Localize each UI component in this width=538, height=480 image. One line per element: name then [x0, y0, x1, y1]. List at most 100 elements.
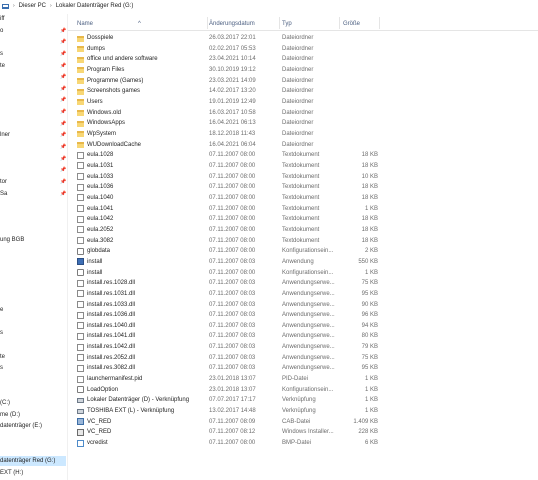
nav-item-label: s [0, 50, 3, 57]
nav-item[interactable] [0, 317, 66, 327]
nav-item[interactable]: iff [0, 14, 66, 24]
file-row[interactable]: eula.1028 07.11.2007 08:00 Textdokument 18 … [68, 150, 538, 161]
nav-item[interactable]: datenträger Red (G:) [0, 456, 66, 467]
file-row[interactable]: install.res.1041.dll 07.11.2007 08:03 Anwe… [68, 331, 538, 342]
file-row[interactable]: Dosspiele 26.03.2017 22:01 Dateiordner [68, 33, 538, 44]
nav-item[interactable]: e [0, 305, 66, 315]
nav-item[interactable] [0, 282, 66, 292]
nav-item[interactable] [0, 375, 66, 385]
file-row[interactable]: Programme (Games) 23.03.2021 14:09 Dateior… [68, 76, 538, 87]
file-row[interactable]: Screenshots games 14.02.2017 13:20 Dateior… [68, 86, 538, 97]
file-row[interactable]: install 07.11.2007 08:00 Konfigurationsein… [68, 268, 538, 279]
file-row[interactable]: install.res.1031.dll 07.11.2007 08:03 Anwe… [68, 289, 538, 300]
nav-item[interactable] [0, 224, 66, 234]
column-header-type[interactable]: Typ [282, 21, 292, 27]
nav-item[interactable]: tor 📌 [0, 177, 66, 187]
file-row[interactable]: dumps 02.02.2017 05:53 Dateiordner [68, 44, 538, 55]
file-row[interactable]: Lokaler Datenträger (D) - Verknüpfung 07.… [68, 395, 538, 406]
nav-item[interactable] [0, 258, 66, 268]
file-row[interactable]: install.res.1036.dll 07.11.2007 08:03 Anwe… [68, 310, 538, 321]
nav-item[interactable]: s 📌 [0, 49, 66, 59]
file-row[interactable]: Program Files 30.10.2019 19:12 Dateiordner [68, 65, 538, 76]
file-row[interactable]: eula.3082 07.11.2007 08:00 Textdokument 18 … [68, 236, 538, 247]
nav-item[interactable] [0, 340, 66, 350]
file-list[interactable]: ^ Name Änderungsdatum Typ Größe Dosspiel… [68, 14, 538, 480]
file-row[interactable]: vcredist 07.11.2007 08:00 BMP-Datei 6 KB [68, 438, 538, 449]
nav-item[interactable]: 📌 [0, 95, 66, 105]
file-date: 07.11.2007 08:03 [209, 344, 256, 351]
file-row[interactable]: eula.1042 07.11.2007 08:00 Textdokument 18 … [68, 214, 538, 225]
navigation-pane[interactable]: iff o 📌 📌 s 📌 te 📌 📌 📌 📌 📌 📌 lner 📌 📌 📌 📌 tor 📌 Sa 📌 ung BGB e s… [0, 14, 68, 480]
nav-item[interactable]: datenträger (E:) [0, 421, 66, 431]
nav-item[interactable]: 📌 [0, 37, 66, 47]
nav-item[interactable]: EXT (H:) [0, 468, 66, 478]
file-row[interactable]: Users 19.01.2019 12:49 Dateiordner [68, 97, 538, 108]
nav-item[interactable]: o 📌 [0, 26, 66, 36]
nav-item[interactable]: ung BGB [0, 235, 66, 245]
file-row[interactable]: WpSystem 18.12.2018 11:43 Dateiordner [68, 129, 538, 140]
nav-item[interactable] [0, 247, 66, 257]
nav-item[interactable]: (C:) [0, 398, 66, 408]
nav-item[interactable]: 📌 [0, 107, 66, 117]
file-row[interactable]: launchermanifest.pid 23.01.2018 13:07 PID-… [68, 374, 538, 385]
file-row[interactable]: LoadOption 23.01.2018 13:07 Konfigurations… [68, 385, 538, 396]
breadcrumb-item-drive-g[interactable]: Lokaler Datenträger Red (G:) [56, 3, 134, 9]
file-size: 79 KB [361, 344, 378, 351]
file-date: 16.04.2021 06:13 [209, 120, 256, 127]
column-divider[interactable] [207, 17, 208, 29]
file-row[interactable]: WUDownloadCache 16.04.2021 06:04 Dateiordn… [68, 140, 538, 151]
column-header-date[interactable]: Änderungsdatum [209, 21, 255, 27]
nav-item[interactable]: 📌 [0, 119, 66, 129]
file-row[interactable]: install.res.3082.dll 07.11.2007 08:03 Anwe… [68, 363, 538, 374]
file-row[interactable]: office und andere software 23.04.2021 10:… [68, 54, 538, 65]
nav-item[interactable] [0, 200, 66, 210]
file-row[interactable]: VC_RED 07.11.2007 08:12 Windows Installer.… [68, 427, 538, 438]
breadcrumb-item-this-pc[interactable]: Dieser PC [19, 3, 46, 9]
nav-item[interactable] [0, 386, 66, 396]
column-header-size[interactable]: Größe [343, 21, 360, 27]
nav-item[interactable] [0, 212, 66, 222]
file-row[interactable]: install.res.1028.dll 07.11.2007 08:03 Anwe… [68, 278, 538, 289]
nav-item[interactable]: s [0, 363, 66, 373]
nav-item[interactable] [0, 433, 66, 443]
nav-item[interactable]: 📌 [0, 165, 66, 175]
file-row[interactable]: TOSHIBA EXT (L) - Verknüpfung 13.02.2017 … [68, 406, 538, 417]
file-row[interactable]: WindowsApps 16.04.2021 06:13 Dateiordner [68, 118, 538, 129]
file-row[interactable]: globdata 07.11.2007 08:00 Konfigurationsei… [68, 246, 538, 257]
nav-item[interactable]: me (D:) [0, 410, 66, 420]
file-row[interactable]: eula.2052 07.11.2007 08:00 Textdokument 18 … [68, 225, 538, 236]
file-row[interactable]: eula.1033 07.11.2007 08:00 Textdokument 10 … [68, 172, 538, 183]
column-divider[interactable] [379, 17, 380, 29]
file-row[interactable]: install.res.1040.dll 07.11.2007 08:03 Anwe… [68, 321, 538, 332]
nav-item[interactable]: s [0, 328, 66, 338]
nav-item[interactable]: 📌 [0, 154, 66, 164]
file-row[interactable]: Windows.old 16.03.2017 10:58 Dateiordner [68, 108, 538, 119]
file-row[interactable]: VC_RED 07.11.2007 08:09 CAB-Datei 1.409 KB [68, 417, 538, 428]
file-row[interactable]: install.res.1042.dll 07.11.2007 08:03 Anwe… [68, 342, 538, 353]
column-divider[interactable] [279, 17, 280, 29]
file-row[interactable]: eula.1041 07.11.2007 08:00 Textdokument 1 K… [68, 204, 538, 215]
nav-item[interactable] [0, 445, 66, 455]
address-bar[interactable]: › Dieser PC › Lokaler Datenträger Red (G… [0, 0, 538, 12]
nav-item[interactable]: 📌 [0, 142, 66, 152]
nav-item[interactable]: lner 📌 [0, 130, 66, 140]
file-size: 1 KB [364, 408, 378, 415]
nav-item[interactable] [0, 293, 66, 303]
file-row[interactable]: install 07.11.2007 08:03 Anwendung 550 KB [68, 257, 538, 268]
nav-item[interactable]: te [0, 352, 66, 362]
file-row[interactable]: install.res.2052.dll 07.11.2007 08:03 Anwe… [68, 353, 538, 364]
file-row[interactable]: eula.1031 07.11.2007 08:00 Textdokument 18 … [68, 161, 538, 172]
nav-item[interactable] [0, 270, 66, 280]
file-name: install.res.1041.dll [87, 333, 136, 340]
nav-item[interactable]: te 📌 [0, 61, 66, 71]
file-row[interactable]: eula.1036 07.11.2007 08:00 Textdokument 18 … [68, 182, 538, 193]
file-row[interactable]: install.res.1033.dll 07.11.2007 08:03 Anwe… [68, 300, 538, 311]
file-row[interactable]: eula.1040 07.11.2007 08:00 Textdokument 18 … [68, 193, 538, 204]
file-date: 13.02.2017 14:48 [209, 408, 256, 415]
nav-item[interactable]: 📌 [0, 84, 66, 94]
nav-item[interactable]: Sa 📌 [0, 189, 66, 199]
nav-item[interactable]: 📌 [0, 72, 66, 82]
column-divider[interactable] [339, 17, 340, 29]
column-header-name[interactable]: Name [77, 21, 93, 27]
folder-icon [77, 142, 84, 149]
